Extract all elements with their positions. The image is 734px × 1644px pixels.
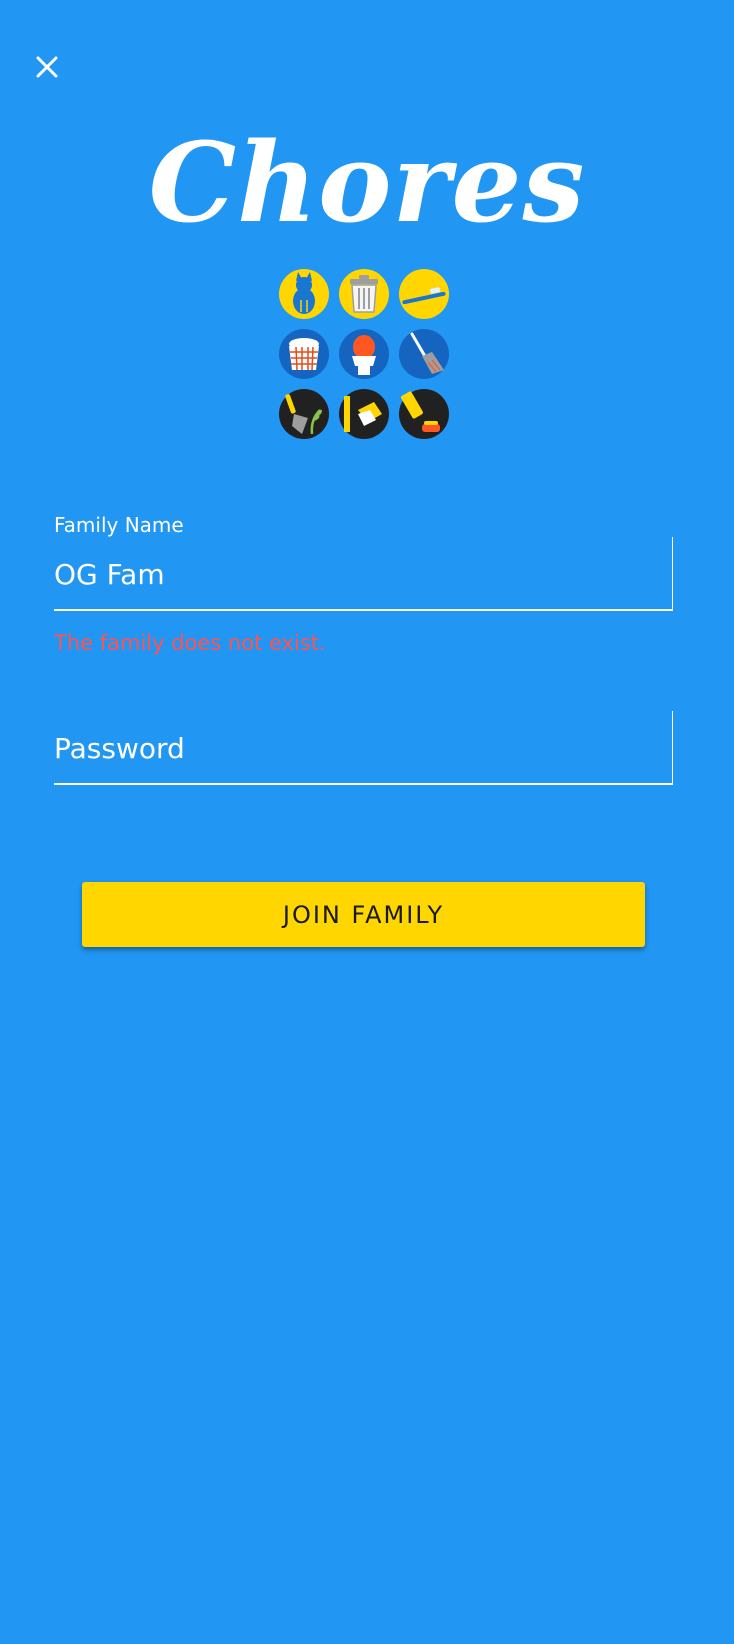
family-name-error: The family does not exist. xyxy=(54,631,326,655)
password-input[interactable]: Password xyxy=(54,711,673,785)
broom-icon xyxy=(399,329,449,379)
vacuum-icon xyxy=(399,389,449,439)
trash-can-icon xyxy=(339,269,389,319)
join-family-label: JOIN FAMILY xyxy=(282,900,445,929)
laundry-basket-icon xyxy=(279,329,329,379)
toothbrush-icon xyxy=(399,269,449,319)
app-logo-title: Chores xyxy=(148,118,586,247)
toilet-icon xyxy=(339,329,389,379)
chore-icons-grid xyxy=(278,268,454,440)
password-placeholder: Password xyxy=(54,732,185,765)
cat-icon xyxy=(279,269,329,319)
join-family-button[interactable]: JOIN FAMILY xyxy=(82,882,645,947)
close-icon xyxy=(36,56,58,78)
family-name-label: Family Name xyxy=(54,513,184,537)
garden-trowel-icon xyxy=(279,389,329,439)
family-name-value: OG Fam xyxy=(54,558,165,591)
family-name-input[interactable]: OG Fam xyxy=(54,537,673,611)
close-button[interactable] xyxy=(30,50,64,84)
dusting-icon xyxy=(339,389,389,439)
